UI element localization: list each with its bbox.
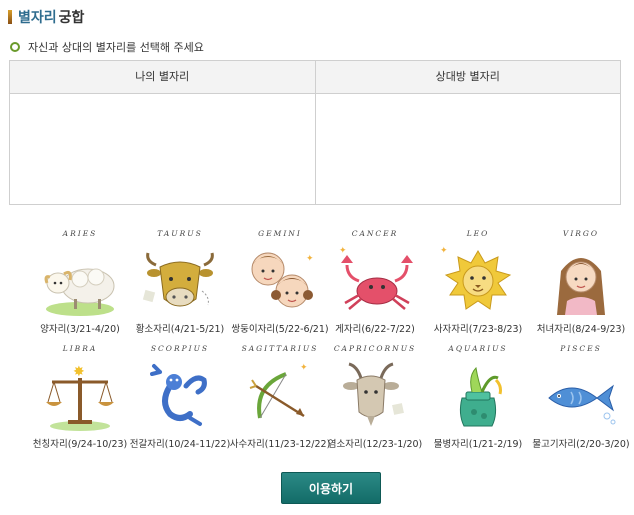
- zodiac-scorpius[interactable]: SCORPIUS 전갈자리(10/24-11/22): [130, 344, 231, 462]
- zodiac-ko-label: 전갈자리(10/24-11/22): [129, 439, 231, 450]
- scorpion-icon: [150, 364, 207, 426]
- zodiac-taurus[interactable]: TAURUS 황소자리(4/21-5/21): [130, 229, 230, 347]
- zodiac-ko-label: 양자리(3/21-4/20): [40, 324, 120, 335]
- twins-icon: ✦: [251, 252, 314, 308]
- instruction-line: 자신과 상대의 별자리를 선택해 주세요: [10, 39, 204, 55]
- zodiac-en-label: ARIES: [62, 229, 98, 238]
- zodiac-ko-label: 처녀자리(8/24-9/23): [536, 324, 626, 335]
- my-sign-header: 나의 별자리: [10, 61, 315, 94]
- zodiac-ko-label: 물병자리(1/21-2/19): [433, 439, 523, 450]
- zodiac-ko-label: 황소자리(4/21-5/21): [135, 324, 225, 335]
- zodiac-en-label: SAGITTARIUS: [241, 344, 319, 353]
- zodiac-en-label: CAPRICORNUS: [333, 344, 417, 353]
- zodiac-en-label: AQUARIUS: [448, 344, 508, 353]
- svg-text:✸: ✸: [73, 364, 85, 380]
- partner-sign-column: 상대방 별자리: [314, 61, 620, 204]
- zodiac-ko-label: 염소자리(12/23-1/20): [327, 439, 423, 450]
- goat-icon: [343, 362, 404, 426]
- partner-sign-header: 상대방 별자리: [315, 61, 620, 94]
- svg-text:✦: ✦: [339, 246, 347, 256]
- water-jar-icon: [459, 366, 502, 427]
- fish-icon: [548, 384, 616, 425]
- lion-icon: ✦: [440, 246, 512, 310]
- use-button[interactable]: 이용하기: [281, 472, 381, 504]
- zodiac-capricornus[interactable]: CAPRICORNUS 염소자리(12/23-1/20): [325, 344, 425, 462]
- title-text: 궁합: [58, 10, 85, 26]
- my-sign-column: 나의 별자리: [10, 61, 315, 204]
- zodiac-en-label: TAURUS: [157, 229, 203, 238]
- zodiac-virgo[interactable]: VIRGO 처녀자리(8/24-9/23): [531, 229, 631, 347]
- zodiac-ko-label: 천칭자리(9/24-10/23): [32, 439, 128, 450]
- svg-text:✦: ✦: [440, 246, 448, 256]
- zodiac-en-label: SCORPIUS: [150, 344, 210, 353]
- ram-icon: [44, 268, 115, 316]
- zodiac-aries[interactable]: ARIES 양자리(3/21-4/20): [30, 229, 130, 347]
- zodiac-aquarius[interactable]: AQUARIUS 물병자리(1/21-2/19): [428, 344, 528, 462]
- bullet-icon: [10, 42, 20, 52]
- zodiac-en-label: GEMINI: [258, 229, 302, 238]
- zodiac-pisces[interactable]: PISCES 물고기자리(2/20-3/20): [531, 344, 631, 462]
- title-highlight: 별자리: [18, 10, 57, 26]
- partner-sign-slot[interactable]: [315, 94, 620, 204]
- zodiac-en-label: LIBRA: [62, 344, 98, 353]
- my-sign-slot[interactable]: [10, 94, 315, 204]
- bull-icon: [142, 252, 214, 307]
- svg-text:✦: ✦: [300, 363, 308, 373]
- crab-icon: ✦: [339, 246, 413, 310]
- zodiac-sagittarius[interactable]: SAGITTARIUS ✦ 사수자리(11/23-12/22): [230, 344, 331, 462]
- svg-text:✦: ✦: [306, 254, 314, 264]
- maiden-icon: [557, 258, 605, 315]
- zodiac-en-label: VIRGO: [562, 229, 600, 238]
- scales-icon: ✸: [46, 364, 114, 431]
- zodiac-gemini[interactable]: GEMINI ✦ 쌍둥이자리(5/22-6/21): [230, 229, 330, 347]
- zodiac-ko-label: 물고기자리(2/20-3/20): [532, 439, 630, 450]
- title-marker: [8, 10, 12, 24]
- zodiac-ko-label: 게자리(6/22-7/22): [335, 324, 415, 335]
- instruction-text: 자신과 상대의 별자리를 선택해 주세요: [28, 41, 204, 54]
- zodiac-libra[interactable]: LIBRA ✸ 천칭자리(9/24-10/23): [30, 344, 130, 462]
- zodiac-en-label: LEO: [466, 229, 490, 238]
- bow-arrow-icon: ✦: [249, 363, 308, 419]
- page-title: 별자리 궁합: [8, 8, 84, 26]
- zodiac-cancer[interactable]: CANCER ✦ 게자리(6/22-7/22): [325, 229, 425, 347]
- zodiac-ko-label: 사자자리(7/23-8/23): [433, 324, 523, 335]
- zodiac-leo[interactable]: LEO ✦ 사자자리(7/23-8/23): [428, 229, 528, 347]
- zodiac-en-label: CANCER: [351, 229, 399, 238]
- selection-table: 나의 별자리 상대방 별자리: [9, 60, 621, 205]
- zodiac-en-label: PISCES: [560, 344, 602, 353]
